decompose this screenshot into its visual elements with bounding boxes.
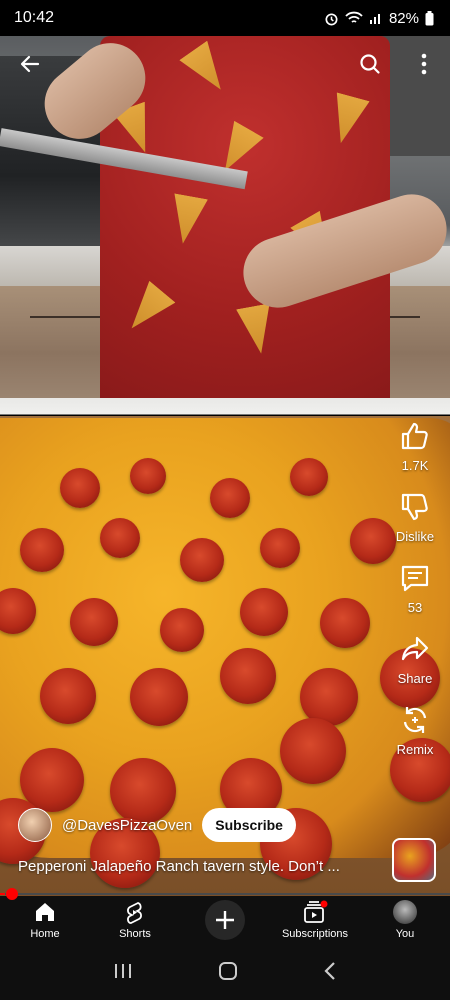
remix-button[interactable]: Remix: [380, 704, 450, 757]
status-time: 10:42: [14, 9, 55, 26]
nav-shorts[interactable]: Shorts: [90, 900, 180, 940]
nav-create[interactable]: [180, 900, 270, 940]
thumbs-up-icon: [401, 422, 428, 450]
back-button[interactable]: [12, 46, 48, 82]
search-icon: [360, 54, 380, 74]
share-button[interactable]: Share: [380, 633, 450, 686]
back-system-button[interactable]: [323, 961, 337, 986]
dislike-button[interactable]: Dislike: [380, 491, 450, 544]
recent-apps-button[interactable]: [113, 962, 133, 985]
nav-shorts-label: Shorts: [119, 928, 151, 940]
profile-avatar: [393, 900, 417, 924]
comment-count: 53: [407, 600, 423, 615]
status-bar: 10:42 82%: [0, 0, 450, 36]
playback-progress-bar[interactable]: [0, 888, 450, 900]
video-caption[interactable]: Pepperoni Jalapeño Ranch tavern style. D…: [18, 858, 378, 875]
more-vertical-icon: [421, 53, 427, 75]
progress-fill: [0, 893, 5, 895]
nav-subscriptions[interactable]: Subscriptions: [270, 900, 360, 940]
more-options-button[interactable]: [406, 46, 442, 82]
nav-subscriptions-label: Subscriptions: [281, 928, 349, 940]
like-button[interactable]: 1.7K: [380, 420, 450, 473]
channel-row: @DavesPizzaOven Subscribe: [18, 808, 296, 842]
status-icons: 82%: [324, 10, 434, 27]
share-label: Share: [397, 671, 433, 686]
search-button[interactable]: [352, 46, 388, 82]
channel-handle[interactable]: @DavesPizzaOven: [62, 817, 192, 834]
comment-icon: [401, 565, 429, 592]
bottom-navigation: Home Shorts Subscriptions You: [0, 896, 450, 946]
subscribe-button[interactable]: Subscribe: [202, 808, 296, 842]
action-rail: 1.7K Dislike 53 Share Remix: [380, 420, 450, 775]
progress-scrubber[interactable]: [6, 888, 18, 900]
chevron-left-icon: [324, 961, 336, 980]
remix-icon: [403, 707, 427, 733]
home-icon: [36, 903, 54, 921]
system-navigation-bar: [0, 946, 450, 1000]
nav-home[interactable]: Home: [0, 900, 90, 940]
nav-you-label: You: [395, 928, 415, 940]
shorts-icon: [127, 902, 142, 924]
top-controls: [0, 44, 450, 84]
battery-percent: 82%: [388, 9, 419, 27]
nav-you[interactable]: You: [360, 900, 450, 940]
nav-home-label: Home: [30, 928, 60, 940]
sound-thumbnail[interactable]: [392, 838, 436, 882]
share-icon: [401, 636, 429, 661]
battery-icon: [425, 10, 434, 25]
alarm-icon: [325, 12, 338, 25]
signal-icon: [369, 14, 380, 24]
home-square-icon: [218, 961, 237, 980]
comments-button[interactable]: 53: [380, 562, 450, 615]
remix-label: Remix: [396, 742, 434, 757]
channel-avatar[interactable]: [18, 808, 52, 842]
subscriptions-icon: [304, 900, 328, 923]
thumbs-down-icon: [401, 493, 428, 521]
wifi-icon: [345, 11, 363, 23]
like-count: 1.7K: [401, 458, 429, 473]
create-button[interactable]: [205, 900, 245, 940]
arrow-left-icon: [20, 55, 40, 73]
home-system-button[interactable]: [218, 961, 238, 986]
dislike-label: Dislike: [395, 529, 435, 544]
plus-icon: [216, 911, 234, 929]
recent-apps-icon: [114, 963, 131, 978]
